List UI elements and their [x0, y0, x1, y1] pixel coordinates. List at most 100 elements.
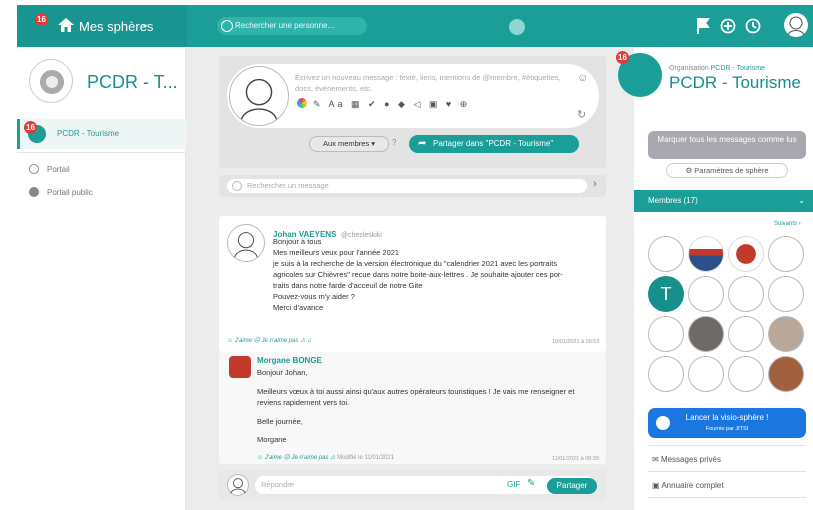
divider [17, 152, 186, 153]
reply-line: reviens rapidement vers toi. [257, 398, 350, 407]
member-avatar[interactable] [768, 316, 804, 352]
message-search-input[interactable]: Rechercher un message [227, 179, 587, 193]
add-event-icon[interactable] [745, 17, 761, 35]
flag-icon[interactable] [695, 17, 711, 35]
divider [648, 471, 806, 472]
member-avatar[interactable] [688, 236, 724, 272]
private-messages-link[interactable]: ✉ Messages privés [652, 455, 721, 464]
search-icon [221, 20, 233, 32]
message-search-placeholder: Rechercher un message [247, 181, 329, 190]
sphere-logo [29, 59, 73, 103]
sidebar-item-label: PCDR - Tourisme [57, 129, 120, 138]
person-search-placeholder: Rechercher une personne... [235, 21, 335, 30]
members-header[interactable]: Membres (17) ⌄ [634, 190, 813, 212]
sidebar-item-portail[interactable]: Portail [17, 161, 186, 177]
person-search-input[interactable]: Rechercher une personne... [217, 17, 367, 35]
spheres-menu[interactable]: 16 Mes sphères ⌄ [17, 5, 187, 47]
like-button[interactable]: J'aime [235, 338, 252, 344]
post-author-avatar[interactable] [227, 224, 265, 262]
dislike-button[interactable]: Je n'aime pas [262, 338, 299, 344]
organisation-label: Organisation PCDR - Tourisme [669, 65, 765, 72]
gear-icon: ⚙ [685, 166, 693, 175]
dislike-button[interactable]: Je n'aime pas [292, 455, 329, 461]
reply-line: Bonjour Johan, [257, 368, 308, 377]
reply-modified: Modifié le 11/01/2021 [337, 455, 395, 461]
notification-badge: 16 [35, 13, 48, 26]
user-avatar[interactable] [784, 13, 808, 37]
member-avatar[interactable] [688, 316, 724, 352]
sphere-settings-button[interactable]: ⚙ Paramètres de sphère [666, 163, 788, 178]
member-avatar[interactable] [768, 236, 804, 272]
share-button-label: Partager dans "PCDR - Tourisme" [433, 139, 554, 148]
composer-toolbar-icons[interactable]: ✎ Aa ▦ ✔ ● ◆ ◁ ▣ ♥ ⊕ [313, 99, 470, 110]
member-avatar[interactable] [728, 236, 764, 272]
sidebar-item-portail-public[interactable]: Portail public [17, 184, 186, 200]
reply-author-logo[interactable] [229, 356, 251, 378]
member-avatar[interactable] [728, 356, 764, 392]
member-avatar[interactable] [688, 276, 724, 312]
info-icon [29, 164, 39, 174]
help-icon[interactable]: ? [392, 138, 396, 147]
next-members-link[interactable]: Suivants › [774, 221, 801, 227]
member-avatar[interactable] [728, 316, 764, 352]
sidebar-item-label: Portail public [47, 188, 93, 197]
member-avatar[interactable] [648, 316, 684, 352]
reply-input[interactable]: Répondre [255, 476, 595, 494]
warning-icon[interactable]: ⚠ [330, 455, 335, 461]
loading-icon [509, 19, 525, 35]
post: Johan VAEYENS @chezleskiki Bonjour à tou… [219, 216, 606, 352]
composer-placeholder: Écrivez un nouveau message : texte, lien… [295, 73, 561, 93]
share-button[interactable]: ➦ Partager dans "PCDR - Tourisme" [409, 135, 579, 153]
reply-line: Belle journée, [257, 417, 303, 426]
mark-all-read-button[interactable]: Marquer tous les messages comme lus [648, 131, 806, 159]
chevron-down-icon[interactable]: ⌄ [798, 190, 805, 212]
message-search-bar: Rechercher un message › [219, 175, 606, 197]
member-avatar[interactable] [648, 236, 684, 272]
visio-provider: Fournie par JITSI [705, 426, 749, 432]
visio-title: Lancer la visio-sphère ! [685, 413, 769, 422]
audience-select[interactable]: Aux membres ▾ [309, 136, 389, 152]
post-date: 10/01/2021 à 09:53 [552, 339, 600, 345]
reply-line: Morgane [257, 435, 287, 444]
bell-icon[interactable]: ♫ [307, 338, 312, 344]
member-avatar[interactable] [728, 276, 764, 312]
composer-input-area[interactable]: Écrivez un nouveau message : texte, lien… [227, 64, 599, 128]
members-label: Membres (17) [648, 196, 698, 205]
chevron-down-icon[interactable]: ⌄ [141, 19, 149, 30]
like-button[interactable]: J'aime [265, 455, 282, 461]
chevron-right-icon[interactable]: › [593, 178, 597, 190]
gif-button[interactable]: GIF [507, 480, 520, 489]
directory-label: Annuaire complet [661, 481, 724, 490]
divider [648, 497, 806, 498]
member-avatar[interactable] [768, 356, 804, 392]
refresh-icon[interactable]: ↻ [577, 108, 586, 121]
sphere-title: PCDR - T... [87, 72, 178, 92]
color-icon[interactable] [297, 98, 307, 108]
reply-author-name[interactable]: Morgane BONGE [257, 356, 322, 365]
reply-submit-button[interactable]: Partager [547, 478, 597, 494]
post-line: traits dans notre farde d'acceuil de not… [273, 281, 423, 290]
organisation-link[interactable]: PCDR - Tourisme [711, 65, 765, 72]
post-line: Merci d'avance [273, 303, 324, 312]
home-icon[interactable] [57, 17, 75, 33]
directory-link[interactable]: ▣ Annuaire complet [652, 481, 724, 490]
warning-icon[interactable]: ⚠ [300, 338, 305, 344]
private-messages-label: Messages privés [660, 455, 721, 464]
member-avatar[interactable] [768, 276, 804, 312]
reply-placeholder: Répondre [261, 480, 294, 489]
sidebar-item-pcdr-tourisme[interactable]: 16 PCDR - Tourisme [17, 119, 186, 149]
reply: Morgane BONGE Bonjour Johan, Meilleurs v… [219, 352, 606, 464]
reply-date: 11/01/2021 à 08:39 [552, 456, 599, 462]
add-sphere-icon[interactable] [720, 17, 736, 35]
sidebar-item-label: Portail [47, 165, 70, 174]
composer-avatar [229, 66, 289, 126]
right-sidebar: 16 Organisation PCDR - Tourisme PCDR - T… [616, 47, 813, 510]
launch-visio-button[interactable]: Lancer la visio-sphère ! Fournie par JIT… [648, 408, 806, 438]
member-avatar[interactable] [648, 356, 684, 392]
sphere-badge: 16 [616, 51, 629, 64]
post-line: Bonjour à tous [273, 237, 322, 246]
emoji-icon[interactable]: ☺ [577, 72, 588, 84]
paperclip-icon[interactable]: ✎ [527, 478, 535, 489]
member-avatar[interactable] [688, 356, 724, 392]
member-avatar[interactable]: T [648, 276, 684, 312]
